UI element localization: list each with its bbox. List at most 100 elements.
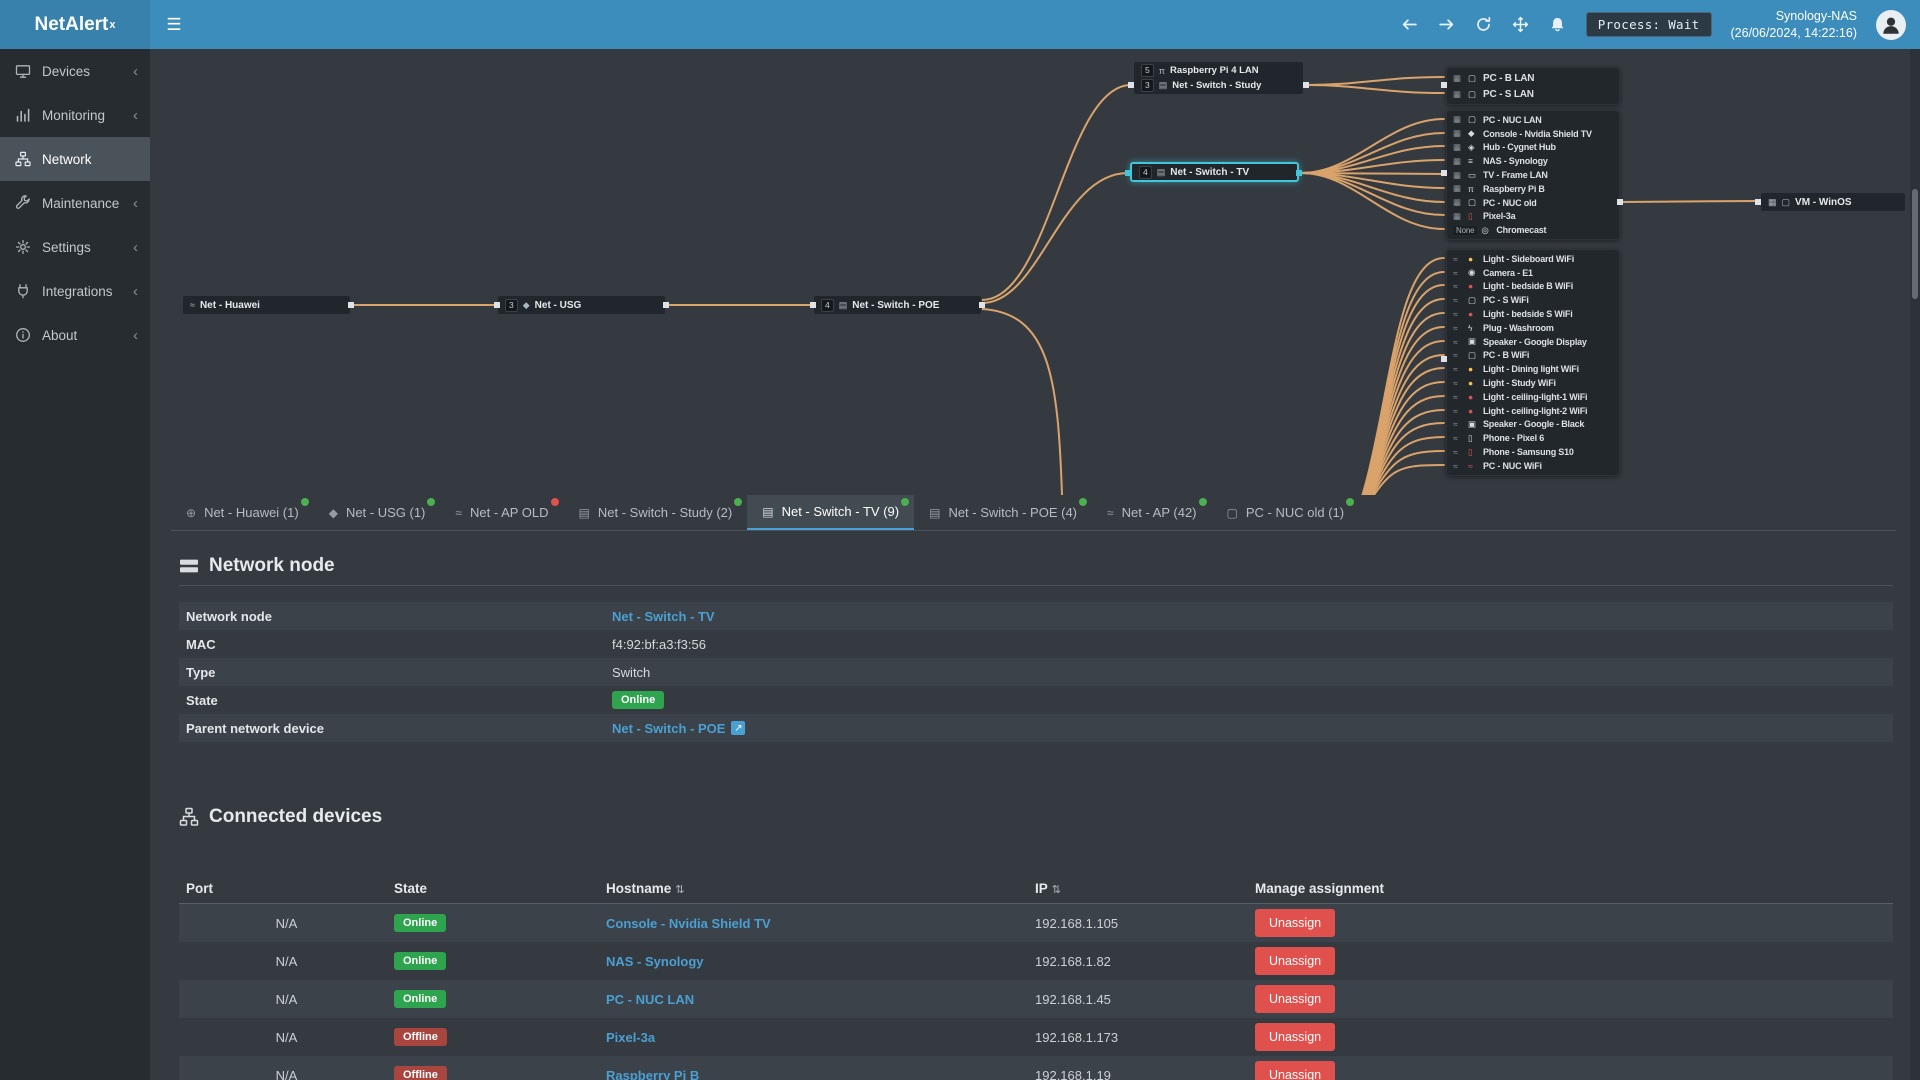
device-icon: ≈ [1468,460,1473,471]
connection-icon: ≈ [1453,253,1458,264]
diagram-node-net-huawei[interactable]: ≈ Net - Huawei [182,295,351,315]
sidebar-item-settings[interactable]: Settings ‹ [0,225,150,269]
ip-cell: 192.168.1.173 [1035,1029,1119,1045]
hostname-link[interactable]: PC - NUC LAN [606,992,694,1007]
device-node[interactable]: ▦ ▯ Pixel-3a [1447,210,1619,224]
connection-icon: ≈ [1453,336,1458,347]
column-hostname[interactable]: Hostname ⇅ [606,881,1035,896]
diagram-node-raspberry-pi4[interactable]: 5 π Raspberry Pi 4 LAN [1134,63,1303,78]
device-node[interactable]: ≈ ▯ Phone - Pixel 6 [1447,431,1619,445]
device-icon: ▯ [1468,210,1473,221]
unassign-button[interactable]: Unassign [1255,909,1336,937]
device-node[interactable]: ▦ ▭ TV - Frame LAN [1447,168,1619,182]
sidebar-item-network[interactable]: Network ‹ [0,137,150,181]
device-node[interactable]: ≈ ▣ Speaker - Google Display [1447,335,1619,349]
device-node[interactable]: ≈ ◉ Camera - E1 [1447,266,1619,280]
tab-net-ap[interactable]: ≈ Net - AP (42) [1092,495,1212,530]
hostname-link[interactable]: Raspberry Pi B [606,1068,699,1080]
device-label: Camera - E1 [1483,267,1533,278]
node-details-panel: Network node Network node Net - Switch -… [150,555,1920,1080]
device-node[interactable]: ≈ ● Light - Dining light WiFi [1447,362,1619,376]
refresh-icon[interactable] [1475,16,1493,34]
network-node-link[interactable]: Net - Switch - TV [612,609,715,624]
network-topology-diagram[interactable]: ≈ Net - Huawei 3 ◆ Net - USG 4 ▤ Net - S… [150,49,1920,495]
sidebar-item-label: Settings [42,239,91,255]
unassign-button[interactable]: Unassign [1255,1023,1336,1051]
device-node[interactable]: ≈ ● Light - Sideboard WiFi [1447,252,1619,266]
column-ip[interactable]: IP ⇅ [1035,881,1255,896]
move-icon[interactable] [1512,16,1530,34]
bell-icon[interactable] [1549,16,1567,34]
settings-icon [14,239,31,256]
connection-icon: ≈ [1453,281,1458,292]
device-label: Raspberry Pi B [1483,183,1545,194]
diagram-node-net-switch-tv-selected[interactable]: 4 ▤ Net - Switch - TV [1130,162,1299,182]
device-node[interactable]: None ◎ Chromecast [1447,223,1619,237]
sort-icon[interactable]: ⇅ [675,884,684,896]
connection-icon: ≈ [1453,309,1458,320]
connector-dot [979,302,985,308]
vertical-scrollbar[interactable] [1910,49,1920,1080]
device-node[interactable]: ▦ ◈ Hub - Cygnet Hub [1447,141,1619,155]
hostname-link[interactable]: Pixel-3a [606,1030,655,1045]
status-dot [734,498,743,506]
device-node[interactable]: ▦ ≡ NAS - Synology [1447,154,1619,168]
arrow-right-icon[interactable] [1438,16,1456,34]
connector-dot [663,302,669,308]
tab-net-switch-poe[interactable]: ▤ Net - Switch - POE (4) [914,495,1092,530]
device-node[interactable]: ≈ ϟ Plug - Washroom [1447,321,1619,335]
device-node[interactable]: ≈ ▯ Phone - Samsung S10 [1447,445,1619,459]
sidebar-item-devices[interactable]: Devices ‹ [0,49,150,93]
arrow-left-icon[interactable] [1401,16,1419,34]
tab-pc-nuc-old[interactable]: ▢ PC - NUC old (1) [1212,495,1360,530]
sort-icon[interactable]: ⇅ [1052,884,1061,896]
sidebar-item-integrations[interactable]: Integrations ‹ [0,269,150,313]
unassign-button[interactable]: Unassign [1255,1061,1336,1080]
device-node[interactable]: ≈ ▢ PC - B WiFi [1447,349,1619,363]
device-node[interactable]: ≈ ● Light - ceiling-light-2 WiFi [1447,404,1619,418]
device-node[interactable]: ▦ ▢ PC - NUC old [1447,196,1619,210]
tab-net-ap-old[interactable]: ≈ Net - AP OLD [440,495,563,530]
top-header: NetAlert x ☰ Process: Wait Synology-NAS (… [0,0,1920,49]
device-label: Speaker - Google - Black [1483,419,1585,430]
device-node[interactable]: ▦ ◆ Console - Nvidia Shield TV [1447,127,1619,141]
connection-icon: ≈ [1453,364,1458,375]
connection-icon: ≈ [1453,267,1458,278]
device-node[interactable]: ▦ π Raspberry Pi B [1447,182,1619,196]
diagram-node-stack-study[interactable]: 5 π Raspberry Pi 4 LAN 3 ▤ Net - Switch … [1133,61,1304,95]
sidebar-item-maintenance[interactable]: Maintenance ‹ [0,181,150,225]
diagram-node-net-switch-poe[interactable]: 4 ▤ Net - Switch - POE [813,295,982,315]
diagram-node-net-switch-study[interactable]: 3 ▤ Net - Switch - Study [1134,78,1303,93]
device-node[interactable]: ≈ ▢ PC - S WiFi [1447,293,1619,307]
device-node[interactable]: ≈ ▣ Speaker - Google - Black [1447,418,1619,432]
device-node[interactable]: ≈ ● Light - ceiling-light-1 WiFi [1447,390,1619,404]
diagram-node-vm-winos[interactable]: ▦ ▢ VM - WinOS [1760,192,1906,212]
node-label: Raspberry Pi 4 LAN [1169,65,1259,76]
tab-net-switch-tv[interactable]: ▤ Net - Switch - TV (9) [747,495,915,530]
tab-net-usg[interactable]: ◆ Net - USG (1) [314,495,441,530]
tab-net-huawei[interactable]: ⊕ Net - Huawei (1) [171,495,314,530]
sidebar-item-about[interactable]: About ‹ [0,313,150,357]
unassign-button[interactable]: Unassign [1255,947,1336,975]
device-node[interactable]: ≈ ● Light - Study WiFi [1447,376,1619,390]
sidebar-item-monitoring[interactable]: Monitoring ‹ [0,93,150,137]
device-node[interactable]: ≈ ● Light - bedside B WiFi [1447,280,1619,294]
diagram-node-net-usg[interactable]: 3 ◆ Net - USG [497,295,666,315]
external-link-icon[interactable]: ↗ [731,721,746,735]
device-node[interactable]: ≈ ● Light - bedside S WiFi [1447,307,1619,321]
device-node[interactable]: ▦ ▢ PC - B LAN [1447,70,1619,86]
user-avatar[interactable] [1876,9,1906,40]
device-node[interactable]: ▦ ▢ PC - S LAN [1447,86,1619,102]
device-node[interactable]: ≈ ≈ PC - NUC WiFi [1447,459,1619,473]
scrollbar-thumb[interactable] [1912,189,1918,299]
process-status-badge[interactable]: Process: Wait [1585,12,1712,37]
connection-icon: ≈ [1453,322,1458,333]
unassign-button[interactable]: Unassign [1255,985,1336,1013]
tab-net-switch-study[interactable]: ▤ Net - Switch - Study (2) [564,495,748,530]
device-icon: ● [1468,405,1473,416]
device-node[interactable]: ▦ ▢ PC - NUC LAN [1447,113,1619,127]
hostname-link[interactable]: Console - Nvidia Shield TV [606,916,771,931]
hamburger-menu-icon[interactable]: ☰ [150,0,198,49]
hostname-link[interactable]: NAS - Synology [606,954,704,969]
parent-node-link[interactable]: Net - Switch - POE [612,721,725,736]
